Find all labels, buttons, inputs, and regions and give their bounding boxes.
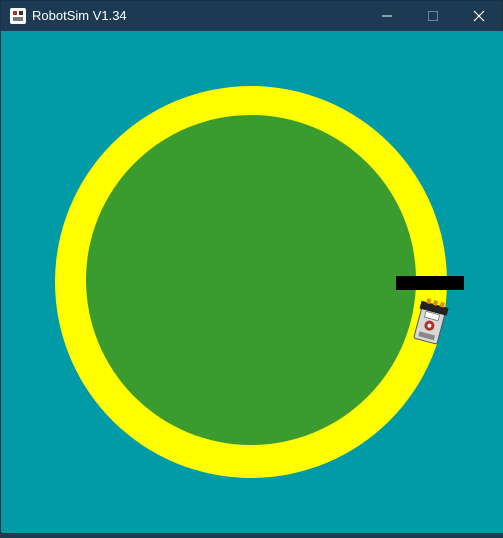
- minimize-icon: [382, 15, 392, 17]
- window-title: RobotSim V1.34: [32, 8, 127, 23]
- sensor-bar: [396, 276, 464, 290]
- minimize-button[interactable]: [364, 1, 410, 31]
- close-icon: [473, 10, 485, 22]
- maximize-button[interactable]: [410, 1, 456, 31]
- app-window: RobotSim V1.34: [0, 0, 503, 533]
- robot-app-icon: [10, 8, 26, 24]
- arena: [2, 31, 503, 533]
- green-field: [86, 115, 416, 445]
- maximize-icon: [428, 11, 438, 21]
- simulation-canvas[interactable]: [2, 31, 503, 533]
- close-button[interactable]: [456, 1, 502, 31]
- title-bar[interactable]: RobotSim V1.34: [1, 1, 502, 31]
